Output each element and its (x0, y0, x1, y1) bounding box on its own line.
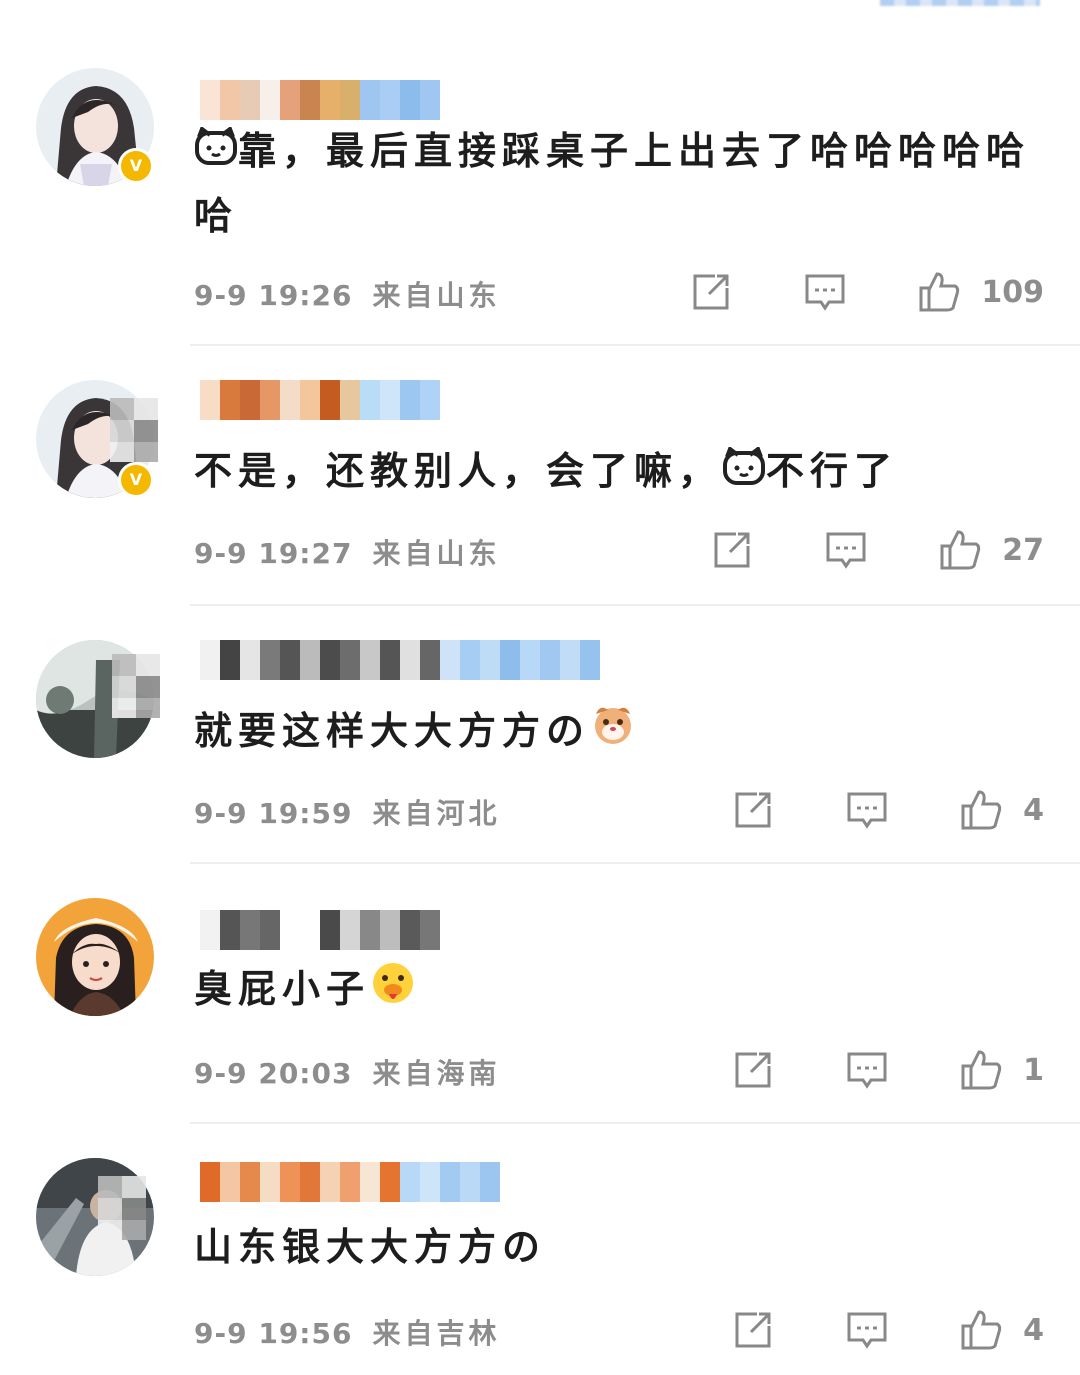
divider (190, 862, 1080, 864)
like-count: 27 (1002, 532, 1044, 568)
dog-face-emoji (590, 702, 636, 766)
blurred-header-fragment (880, 0, 1040, 6)
cat-face-emoji (194, 123, 238, 185)
comment-text: 山东银大大方方の (194, 1225, 547, 1269)
pixelated-overlay (112, 654, 160, 718)
comment-meta: 9-9 19:26 来自山东 (194, 274, 500, 314)
share-icon[interactable] (689, 270, 733, 314)
comment-meta: 9-9 19:27 来自山东 (194, 532, 500, 572)
comment-location: 来自河北 (372, 797, 501, 830)
comment-location: 来自山东 (372, 537, 501, 570)
comment-actions: 109 (689, 268, 1044, 316)
share-icon[interactable] (710, 528, 754, 572)
comment-actions: 4 (731, 1306, 1044, 1354)
comment-meta: 9-9 19:56 来自吉林 (194, 1312, 500, 1352)
share-icon[interactable] (731, 1048, 775, 1092)
comment-time: 9-9 19:26 (194, 279, 353, 312)
thumbs-up-icon[interactable] (917, 270, 961, 314)
duck-face-emoji (370, 960, 416, 1024)
username-blurred[interactable] (200, 380, 440, 420)
share-icon[interactable] (731, 1308, 775, 1352)
comment-text: 就要这样大大方方の (194, 700, 1034, 766)
verified-badge: V (118, 462, 154, 498)
comment-text: 臭屁小子 (194, 958, 1034, 1024)
pixelated-overlay (98, 1176, 146, 1240)
avatar[interactable] (36, 898, 154, 1016)
comment-location: 来自海南 (372, 1057, 501, 1090)
like-count: 4 (1023, 1312, 1044, 1348)
comment-icon[interactable] (803, 270, 847, 314)
like-count: 4 (1023, 792, 1044, 828)
thumbs-up-icon[interactable] (959, 1308, 1003, 1352)
username-blurred[interactable] (200, 80, 440, 120)
comment-actions: 27 (710, 526, 1044, 574)
username-blurred[interactable] (200, 640, 600, 680)
share-icon[interactable] (731, 788, 775, 832)
comment-icon[interactable] (845, 1308, 889, 1352)
like-count: 109 (981, 274, 1044, 310)
thumbs-up-icon[interactable] (959, 788, 1003, 832)
pixelated-overlay (110, 398, 158, 462)
comment-meta: 9-9 19:59 来自河北 (194, 792, 500, 832)
divider (190, 344, 1080, 346)
comment-text: 靠，最后直接踩桌子上出去了哈哈哈哈哈哈 (194, 120, 1034, 247)
comment-location: 来自山东 (372, 279, 501, 312)
like-count: 1 (1023, 1052, 1044, 1088)
verified-badge: V (118, 148, 154, 184)
comment-time: 9-9 19:59 (194, 797, 353, 830)
thumbs-up-icon[interactable] (959, 1048, 1003, 1092)
comment-location: 来自吉林 (372, 1317, 501, 1350)
comment-actions: 4 (731, 786, 1044, 834)
comment-time: 9-9 19:27 (194, 537, 353, 570)
username-blurred[interactable] (200, 910, 440, 950)
comment-meta: 9-9 20:03 来自海南 (194, 1052, 500, 1092)
comment-icon[interactable] (845, 1048, 889, 1092)
comment-actions: 1 (731, 1046, 1044, 1094)
thumbs-up-icon[interactable] (938, 528, 982, 572)
comment-icon[interactable] (824, 528, 868, 572)
comment-time: 9-9 20:03 (194, 1057, 353, 1090)
username-blurred[interactable] (200, 1162, 500, 1202)
divider (190, 1122, 1080, 1124)
divider (190, 604, 1080, 606)
cat-face-emoji (722, 443, 766, 505)
comment-time: 9-9 19:56 (194, 1317, 353, 1350)
comment-text: 不是，还教别人，会了嘛， 不行了 (194, 440, 1034, 505)
comment-icon[interactable] (845, 788, 889, 832)
